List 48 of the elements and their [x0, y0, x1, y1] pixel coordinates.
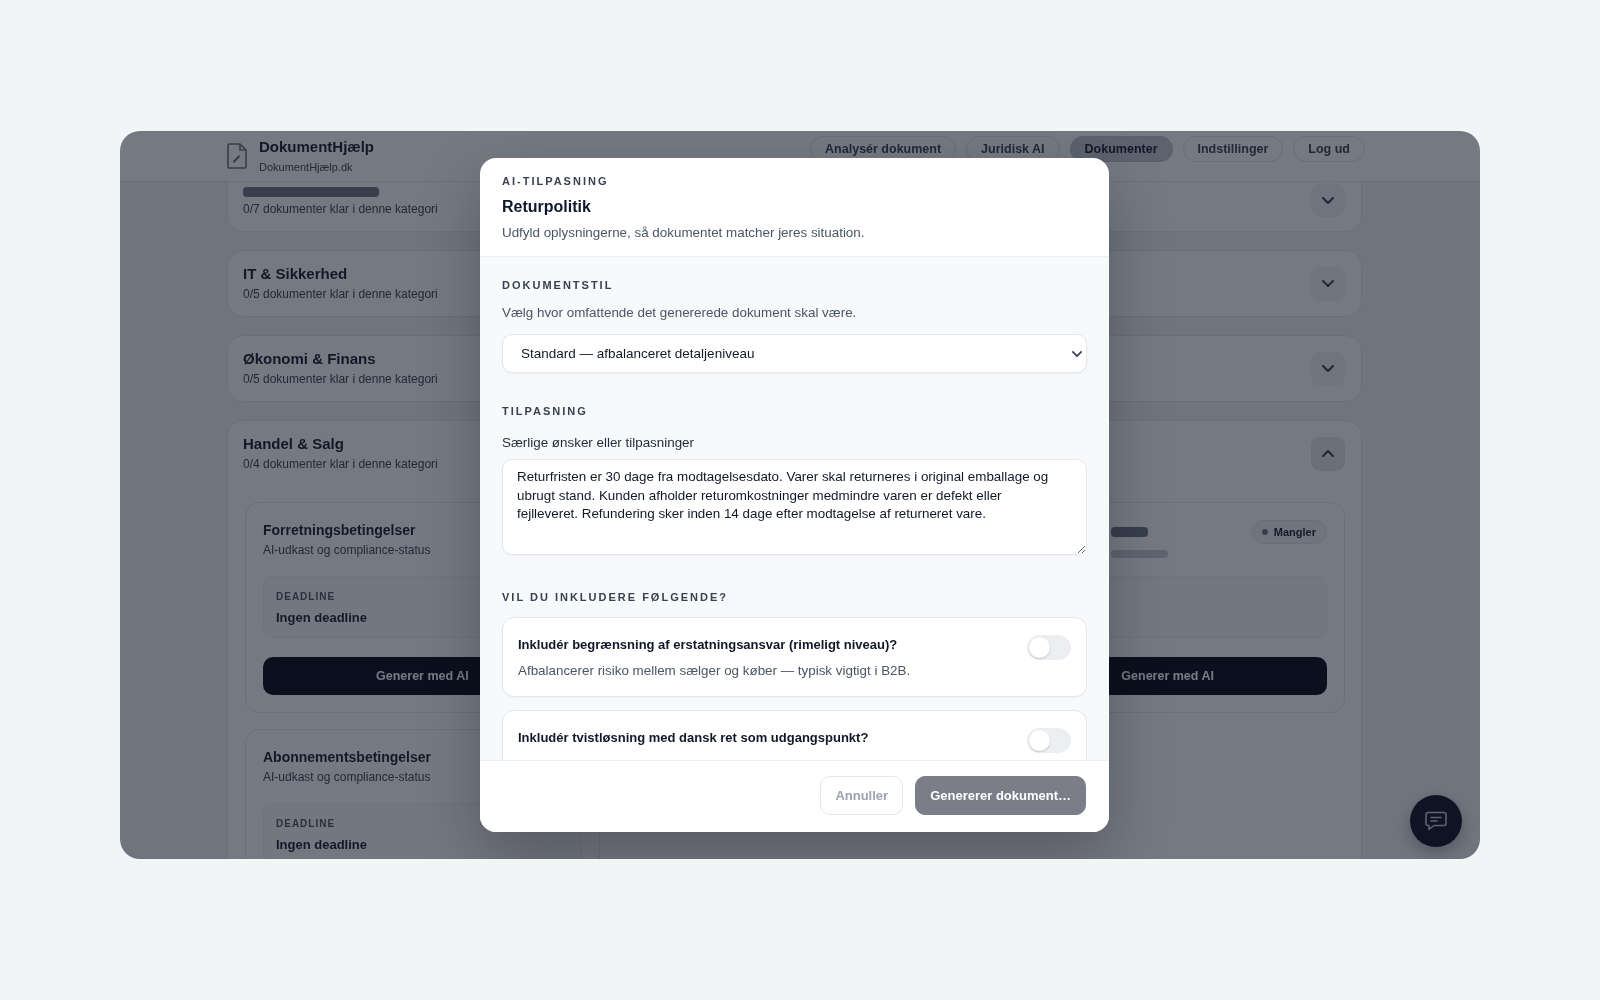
deadline-label: DEADLINE — [276, 591, 336, 603]
document-subtitle: AI-udkast og compliance-status — [263, 542, 432, 558]
accordion-toggle-button[interactable] — [1311, 183, 1345, 217]
section-heading: DOKUMENTSTIL — [502, 278, 615, 292]
chat-button[interactable] — [1410, 795, 1462, 847]
toggle-switch[interactable] — [1027, 728, 1071, 753]
option-title: Inkludér begrænsning af erstatningsansvar (rimeligt niveau)? — [518, 636, 898, 654]
chevron-down-icon — [1322, 196, 1334, 204]
field-hint: Vælg hvor omfattende det genererede dokument skal være. — [502, 304, 858, 322]
document-title: Abonnementsbetingelser — [263, 748, 432, 767]
deadline-value: Ingen deadline — [276, 609, 367, 627]
dialog-eyebrow: AI-TILPASNING — [502, 174, 610, 188]
category-title: Økonomi & Finans — [243, 350, 377, 368]
dialog-description: Udfyld oplysningerne, så dokumentet matcher jeres situation. — [502, 224, 866, 242]
option-title: Inkludér tvistløsning med dansk ret som udgangspunkt? — [518, 729, 869, 747]
category-title: Handel & Salg — [243, 435, 345, 453]
document-subtitle: AI-udkast og compliance-status — [263, 769, 432, 785]
chevron-down-icon — [1072, 350, 1082, 357]
document-title: Forretningsbetingelser — [263, 521, 416, 540]
nav-button[interactable]: Dokumenter — [1069, 136, 1173, 162]
category-title: IT & Sikkerhed — [243, 265, 349, 283]
document-style-dropdown[interactable]: Standard — afbalanceret detaljeniveau — [502, 334, 1087, 373]
chevron-up-icon — [1322, 450, 1334, 457]
accordion-toggle-button[interactable] — [1311, 351, 1345, 386]
deadline-value: Ingen deadline — [276, 836, 367, 854]
document-icon — [227, 143, 247, 169]
chevron-down-icon — [1322, 280, 1334, 287]
chevron-down-icon — [1322, 365, 1334, 372]
badge-label: Mangler — [1273, 526, 1316, 538]
deadline-label: DEADLINE — [276, 818, 336, 830]
app-name: DokumentHjælp — [259, 138, 374, 156]
accordion-toggle-button[interactable] — [1311, 266, 1345, 301]
category-summary: 0/4 dokumenter klar i denne kategori — [243, 456, 438, 472]
accordion-toggle-button[interactable] — [1311, 436, 1345, 471]
skeleton-bar — [1111, 527, 1149, 537]
category-summary: 0/5 dokumenter klar i denne kategori — [243, 371, 438, 387]
customization-textarea[interactable]: Returfristen er 30 dage fra modtagelsesdato. Varer skal returneres i original emballage og ubrugt stand. Kunden afholder returomkostninger medmindre varen er defekt eller fejlleveret. Refundering sker inden 14 dage efter modtagelse af returneret vare. — [502, 459, 1087, 555]
category-summary: 0/5 dokumenter klar i denne kategori — [243, 286, 438, 302]
dialog-title: Returpolitik — [502, 197, 592, 217]
section-heading: VIL DU INKLUDERE FØLGENDE? — [502, 590, 729, 604]
chat-bubble-icon — [1425, 811, 1447, 831]
section-heading: TILPASNING — [502, 404, 589, 418]
field-label: Særlige ønsker eller tilpasninger — [502, 434, 695, 452]
category-summary: 0/7 dokumenter klar i denne kategori — [243, 201, 438, 217]
toggle-switch[interactable] — [1027, 635, 1071, 660]
skeleton-bar — [1111, 550, 1169, 558]
app-domain: DokumentHjælp.dk — [259, 160, 354, 174]
status-dot-icon — [1261, 529, 1268, 535]
